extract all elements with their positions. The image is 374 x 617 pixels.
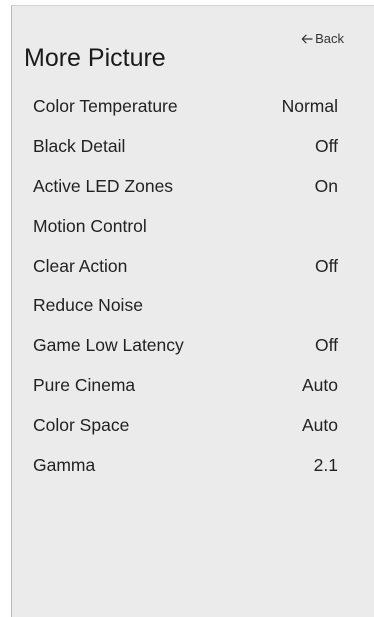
menu-item-label: Black Detail (33, 135, 126, 156)
menu-item-value: Off (314, 255, 338, 276)
menu-item-color-space[interactable]: Color Space Auto (12, 408, 374, 448)
menu-item-label: Gamma (33, 455, 96, 476)
menu-item-reduce-noise[interactable]: Reduce Noise (12, 288, 374, 328)
menu-item-clear-action[interactable]: Clear Action Off (12, 249, 374, 289)
menu-item-label: Active LED Zones (33, 175, 174, 196)
menu-item-value: On (314, 175, 338, 196)
page-title: More Picture (24, 44, 166, 72)
menu-item-label: Reduce Noise (33, 295, 143, 316)
back-label: Back (315, 31, 344, 46)
menu-item-value: 2.1 (313, 455, 338, 476)
menu-item-active-led-zones[interactable]: Active LED Zones On (12, 169, 374, 209)
menu-item-label: Game Low Latency (33, 335, 184, 356)
menu-item-label: Motion Control (33, 215, 147, 236)
menu-item-gamma[interactable]: Gamma 2.1 (12, 448, 374, 488)
settings-menu: Color Temperature Normal Black Detail Of… (12, 89, 374, 488)
menu-item-label: Pure Cinema (33, 375, 136, 396)
more-picture-panel: Back More Picture Color Temperature Norm… (11, 5, 374, 617)
menu-item-value: Off (314, 135, 338, 156)
arrow-left-icon (301, 34, 313, 44)
menu-item-value: Auto (302, 375, 338, 396)
back-button[interactable]: Back (301, 31, 344, 47)
menu-item-value: Off (314, 335, 338, 356)
menu-item-value: Auto (302, 415, 338, 436)
menu-item-label: Color Temperature (33, 96, 178, 116)
menu-item-color-temperature[interactable]: Color Temperature Normal (12, 89, 374, 129)
menu-item-label: Color Space (33, 415, 130, 436)
menu-item-value: Normal (281, 96, 338, 116)
menu-item-motion-control[interactable]: Motion Control (12, 209, 374, 249)
menu-item-label: Clear Action (33, 255, 128, 276)
menu-item-black-detail[interactable]: Black Detail Off (12, 129, 374, 169)
menu-item-pure-cinema[interactable]: Pure Cinema Auto (12, 368, 374, 408)
menu-item-game-low-latency[interactable]: Game Low Latency Off (12, 328, 374, 368)
